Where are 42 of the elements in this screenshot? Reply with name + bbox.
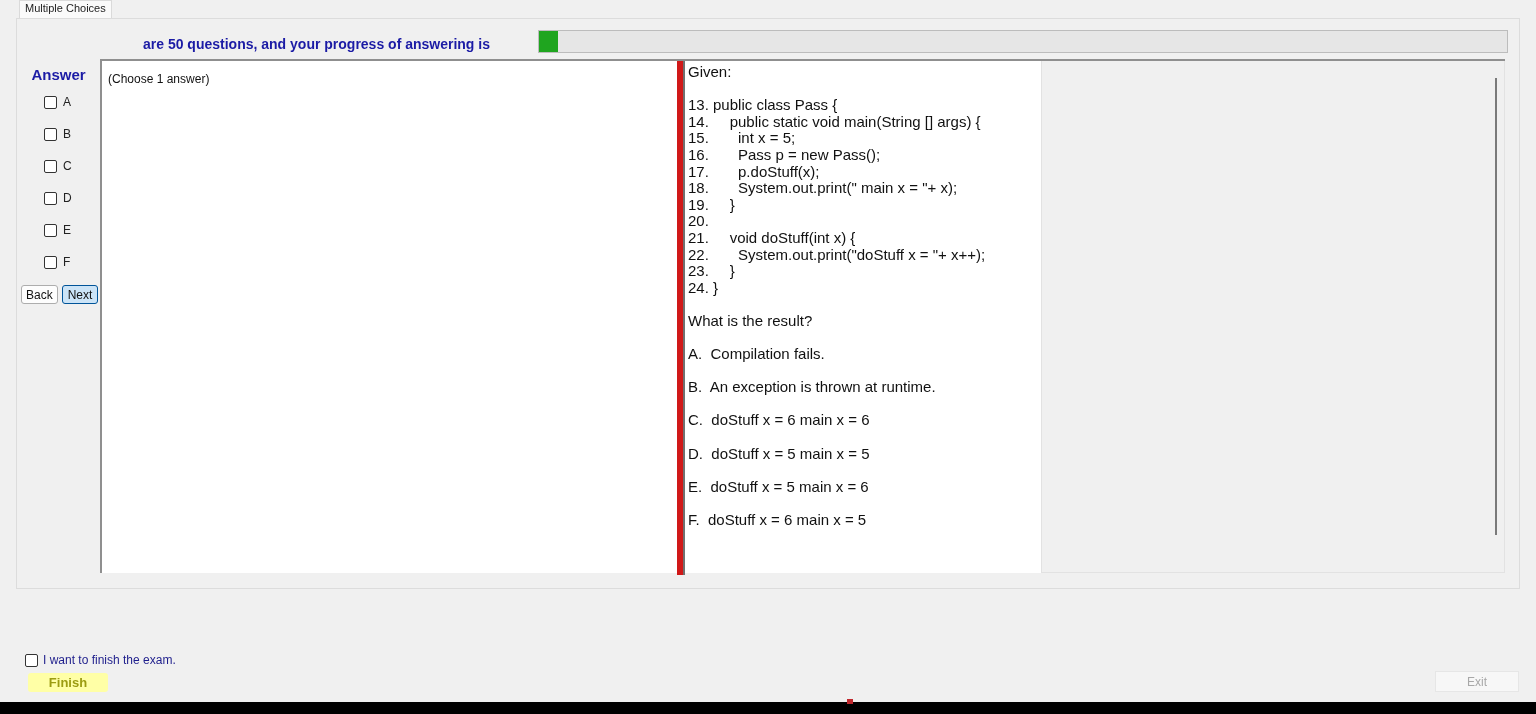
checkbox[interactable]	[44, 255, 57, 269]
code-line: 18. System.out.print(" main x = "+ x);	[688, 180, 958, 197]
answer-choice: E. doStuff x = 5 main x = 6	[688, 478, 869, 496]
code-line: 17. p.doStuff(x);	[688, 163, 820, 181]
answer-choice: D. doStuff x = 5 main x = 5	[688, 445, 870, 463]
option-label: F	[63, 255, 71, 269]
checkbox[interactable]	[44, 95, 57, 109]
tab[interactable]: Multiple Choices	[19, 0, 112, 18]
finish-checkbox-label: I want to finish the exam.	[43, 653, 176, 667]
checkbox[interactable]	[44, 223, 57, 237]
answer-choice: C. doStuff x = 6 main x = 6	[688, 412, 870, 430]
option-label: C	[63, 159, 72, 173]
option-label: E	[63, 223, 71, 237]
progress-caption: are 50 questions, and your progress of answering is	[143, 36, 490, 52]
marker-icon	[847, 699, 853, 704]
code-line: 21. void doStuff(int x) {	[688, 229, 856, 247]
checkbox[interactable]	[44, 191, 57, 205]
code-line: 14. public static void main(String [] args) {	[688, 113, 981, 131]
answer-heading: Answer	[31, 66, 86, 83]
question-prompt: What is the result?	[688, 312, 813, 330]
option-label: D	[63, 191, 72, 205]
instruction-text: (Choose 1 answer)	[108, 72, 210, 86]
code-line: 13. public class Pass {	[688, 97, 838, 114]
answer-choice: B. An exception is thrown at runtime.	[688, 379, 936, 396]
code-line: 15. int x = 5;	[688, 130, 796, 147]
code-line: 23. }	[688, 263, 735, 280]
checkbox[interactable]	[44, 159, 57, 173]
code-line: 22. System.out.print("doStuff x = "+ x++);	[688, 246, 986, 264]
checkbox[interactable]	[25, 653, 38, 667]
answer-choice: F. doStuff x = 6 main x = 5	[688, 512, 867, 529]
option-label: A	[63, 95, 71, 109]
answer-choice: A. Compilation fails.	[688, 346, 825, 363]
code-line: 16. Pass p = new Pass();	[688, 146, 881, 164]
code-line: 24. }	[688, 279, 719, 297]
question-intro: Given:	[688, 64, 732, 81]
code-line: 19. }	[688, 196, 735, 214]
back-button[interactable]: Back	[21, 285, 58, 304]
code-line: 20.	[688, 213, 709, 230]
checkbox[interactable]	[44, 127, 57, 141]
next-button[interactable]: Next	[61, 285, 99, 304]
scrollbar[interactable]	[1495, 78, 1497, 535]
option-label: B	[63, 127, 71, 141]
